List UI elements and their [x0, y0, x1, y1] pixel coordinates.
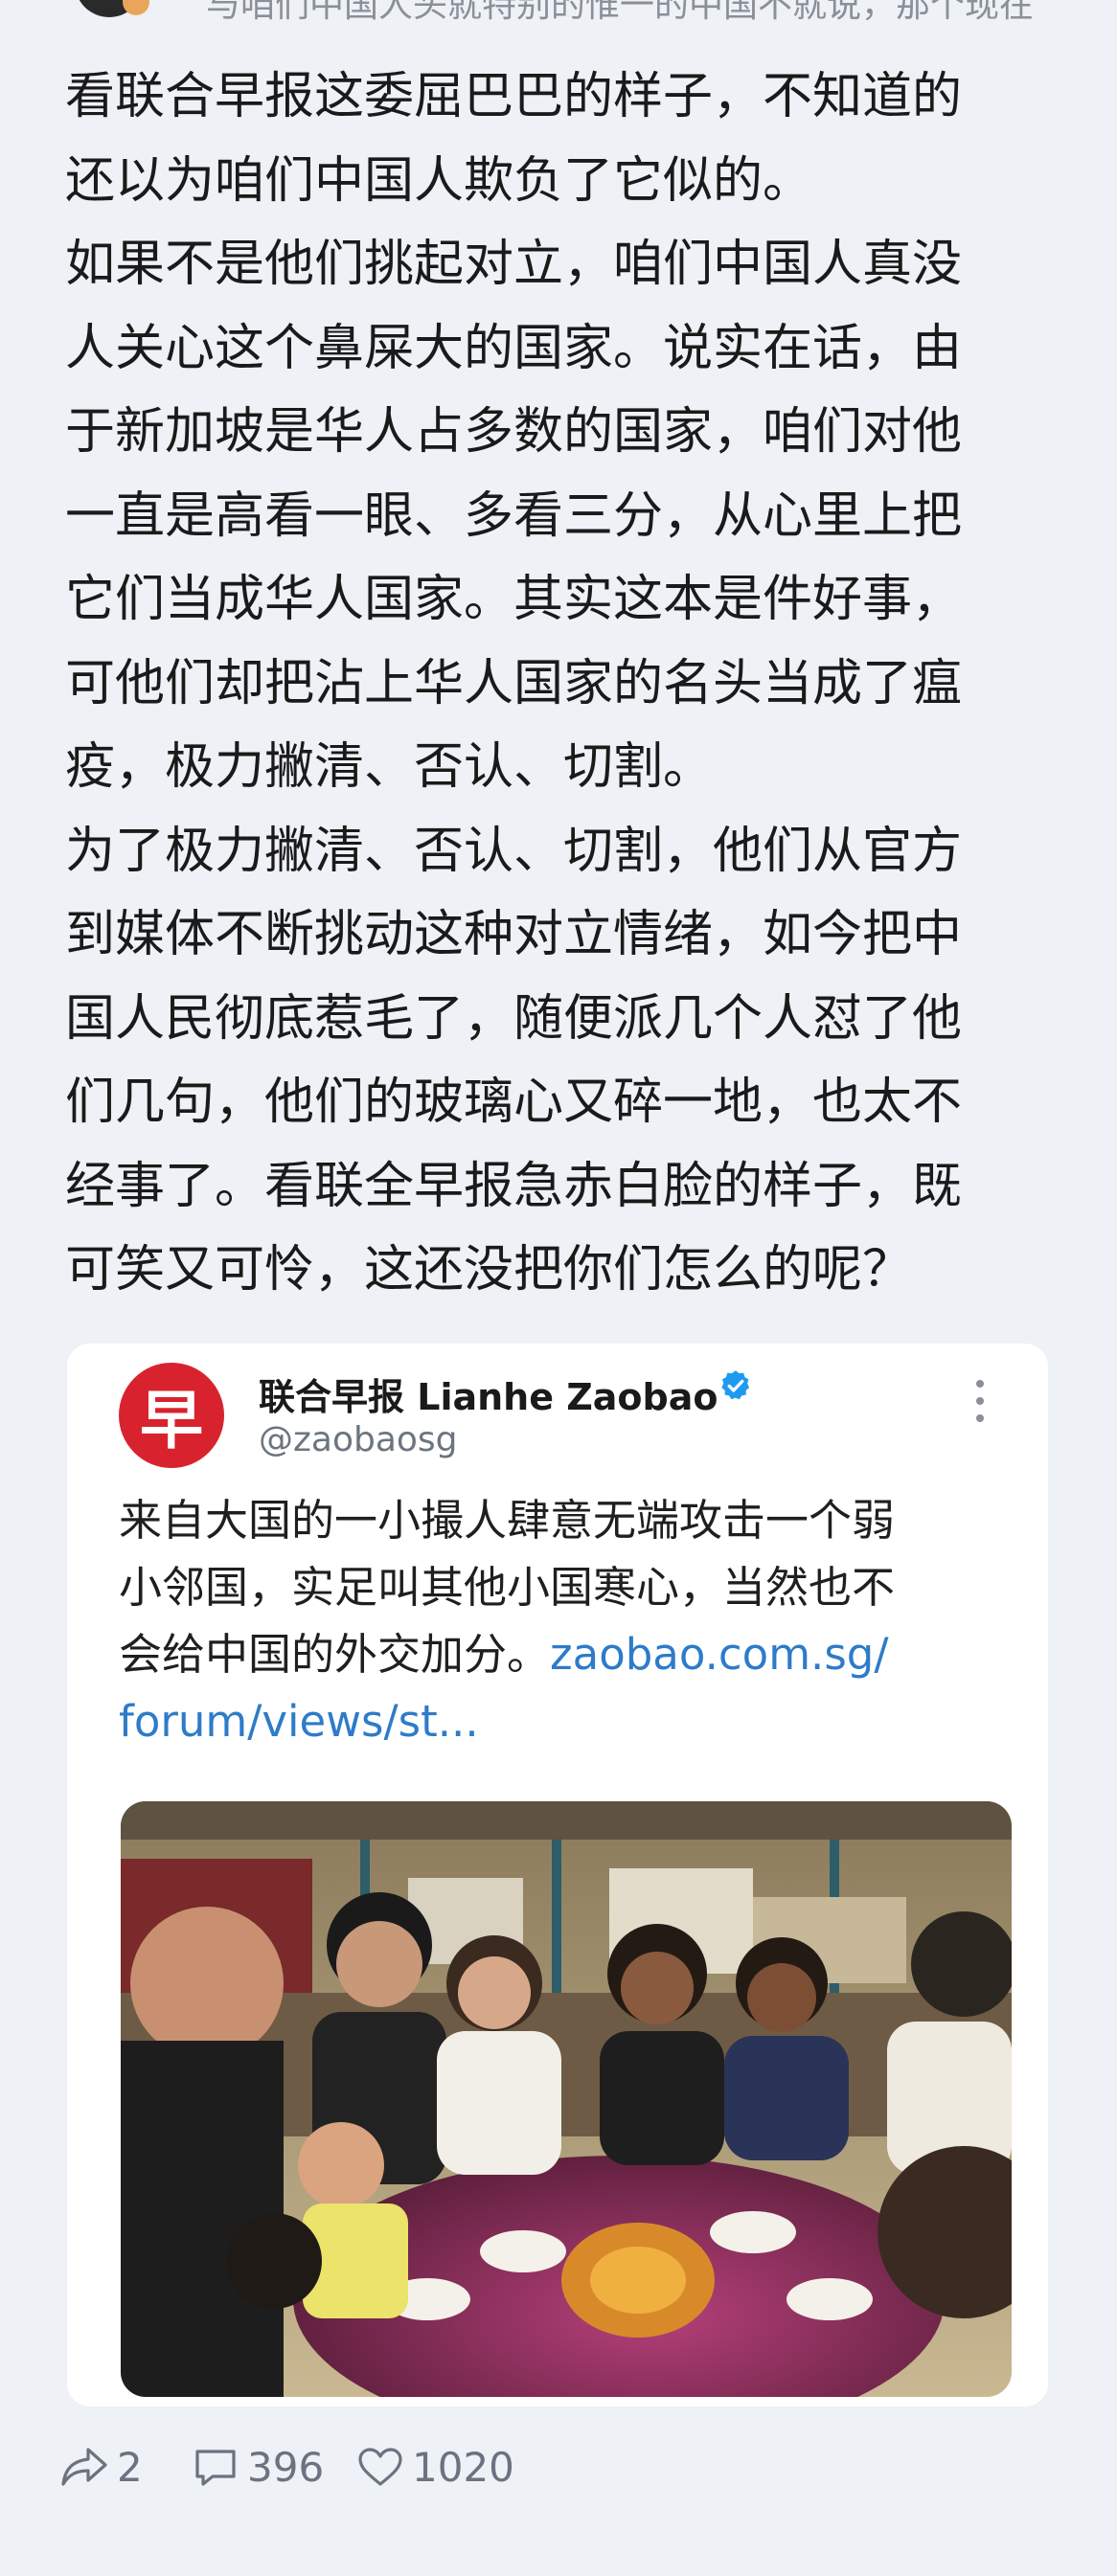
tweet-author-name[interactable]: 联合早报 Lianhe Zaobao [259, 1367, 718, 1420]
comment-count: 396 [247, 2444, 325, 2491]
like-button[interactable]: 1020 [356, 2444, 514, 2491]
comment-button[interactable]: 396 [192, 2444, 324, 2491]
author-meta-text: 与咱们中国人头就特别的惟一的中国不就说，那个现在 [206, 0, 1035, 21]
avatar-badge-icon [123, 0, 149, 15]
top-fragment: 与咱们中国人头就特别的惟一的中国不就说，那个现在 [0, 0, 1117, 21]
post-body: 看联合早报这委屈巴巴的样子，不知道的 还以为咱们中国人欺负了它似的。 如果不是他… [65, 56, 1061, 1313]
tweet-author-handle[interactable]: @zaobaosg [259, 1420, 458, 1459]
zaobao-logo-avatar[interactable]: 早 [119, 1363, 224, 1468]
post-paragraph: 为了极力撇清、否认、切割，他们从官方 到媒体不断挑动这种对立情绪，如今把中 国人… [65, 822, 963, 1299]
share-button[interactable]: 2 [59, 2444, 143, 2491]
tweet-photo[interactable] [121, 1801, 1012, 2397]
verified-badge-icon [721, 1370, 750, 1400]
tweet-text: 来自大国的一小撮人肆意无端攻击一个弱 小邻国，实足叫其他小国寒心，当然也不 会给… [119, 1487, 1000, 1755]
post-paragraph: 看联合早报这委屈巴巴的样子，不知道的 还以为咱们中国人欺负了它似的。 [65, 68, 963, 210]
share-count: 2 [117, 2444, 143, 2491]
comment-icon [195, 2449, 236, 2486]
like-count: 1020 [412, 2444, 514, 2491]
embedded-tweet-card[interactable]: 早 联合早报 Lianhe Zaobao @zaobaosg 来自大国的一小撮人… [67, 1344, 1048, 2407]
heart-icon [358, 2447, 402, 2486]
post-paragraph: 如果不是他们挑起对立，咱们中国人真没 人关心这个鼻屎大的国家。说实在话，由 于新… [65, 236, 963, 796]
share-icon [61, 2447, 107, 2486]
more-options-icon[interactable] [975, 1380, 985, 1422]
